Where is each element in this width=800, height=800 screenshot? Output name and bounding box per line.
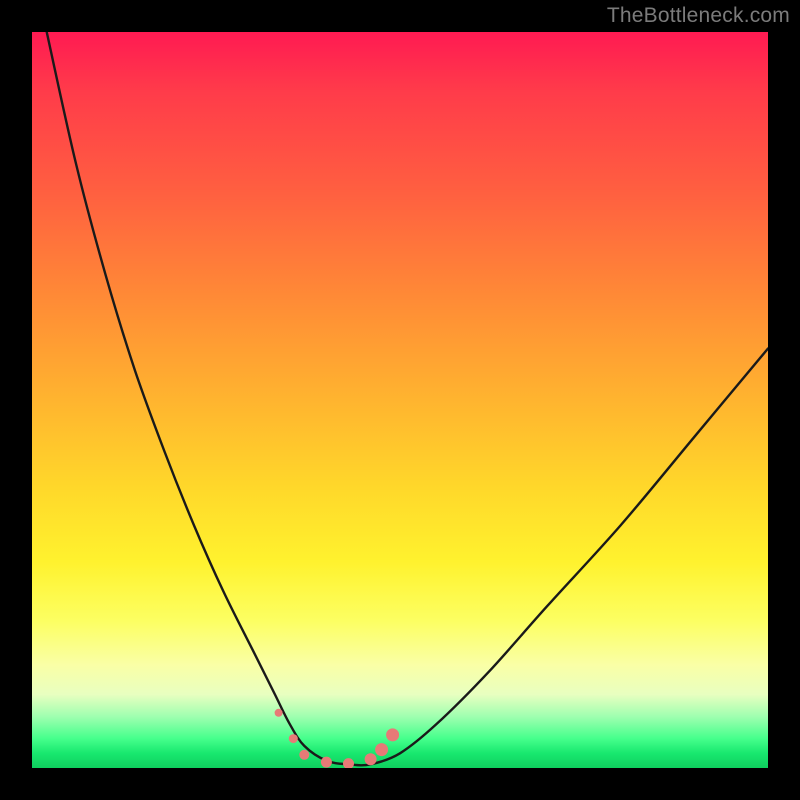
marker-dot — [299, 750, 309, 760]
chart-frame: TheBottleneck.com — [0, 0, 800, 800]
marker-dot — [275, 709, 283, 717]
marker-dot — [343, 758, 354, 768]
marker-dot — [321, 757, 332, 768]
optimal-range-markers — [275, 709, 400, 768]
curve-layer — [32, 32, 768, 768]
marker-dot — [375, 743, 388, 756]
marker-dot — [386, 728, 399, 741]
marker-dot — [365, 753, 377, 765]
bottleneck-curve — [47, 32, 768, 765]
plot-area — [32, 32, 768, 768]
marker-dot — [289, 734, 298, 743]
watermark-text: TheBottleneck.com — [607, 4, 790, 28]
